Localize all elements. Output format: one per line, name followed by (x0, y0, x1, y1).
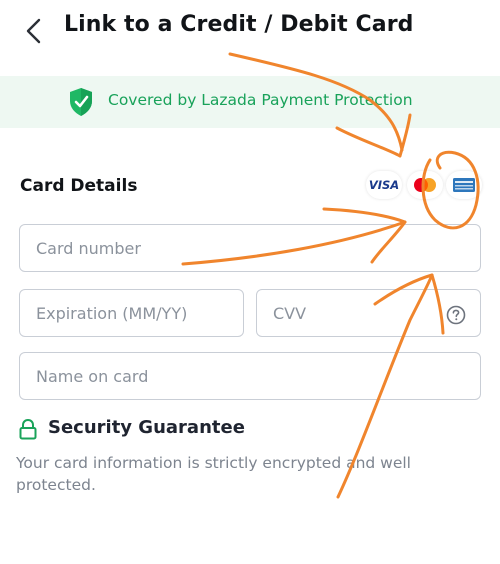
mastercard-icon (414, 178, 436, 192)
shield-check-icon (70, 88, 92, 116)
cvv-field[interactable] (256, 289, 481, 337)
back-button[interactable] (22, 16, 50, 46)
security-description: Your card information is strictly encryp… (16, 454, 411, 494)
page: Link to a Credit / Debit Card Covered by… (0, 0, 500, 564)
protection-text: Covered by Lazada Payment Protection (108, 91, 413, 109)
name-on-card-field[interactable] (19, 352, 481, 400)
visa-logo-label: VISA (368, 178, 400, 192)
lock-icon (19, 418, 37, 440)
visa-logo: VISA (366, 171, 402, 199)
cvv-input[interactable] (273, 290, 446, 336)
chevron-left-icon (26, 18, 41, 44)
expiration-input[interactable] (36, 290, 235, 336)
header: Link to a Credit / Debit Card (0, 0, 500, 62)
protection-banner: Covered by Lazada Payment Protection (0, 76, 500, 128)
amex-logo (446, 171, 482, 199)
card-details-title: Card Details (20, 176, 138, 196)
amex-icon (453, 178, 475, 192)
card-number-field[interactable] (19, 224, 481, 272)
name-on-card-input[interactable] (36, 353, 446, 399)
mastercard-logo (407, 171, 443, 199)
expiration-field[interactable] (19, 289, 244, 337)
question-circle-icon[interactable] (446, 305, 466, 325)
page-title: Link to a Credit / Debit Card (64, 12, 414, 37)
security-title: Security Guarantee (48, 417, 245, 438)
card-number-input[interactable] (36, 225, 446, 271)
